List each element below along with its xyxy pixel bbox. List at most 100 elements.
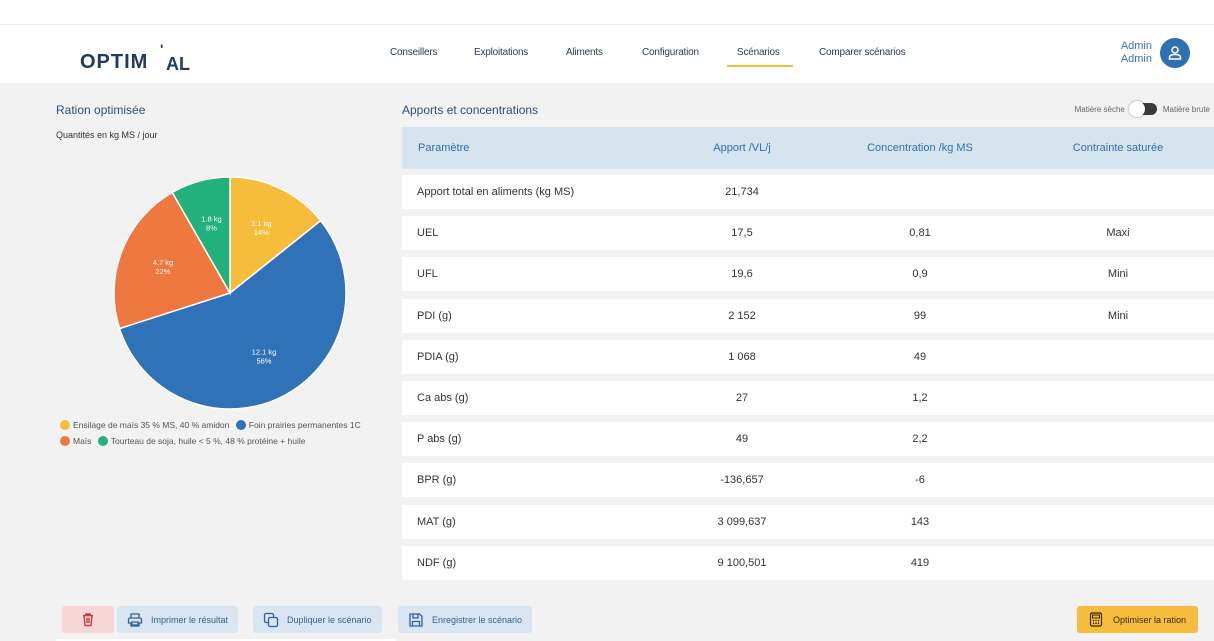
- optimal-logo[interactable]: OPTIM ' AL: [80, 41, 200, 77]
- ration-title: Ration optimisée: [56, 103, 146, 117]
- print-label: Imprimer le résultat: [151, 614, 229, 625]
- copy-icon: [263, 612, 279, 628]
- user-avatar[interactable]: [1160, 38, 1190, 68]
- table-row: BPR (g) -136,657 -6: [402, 463, 1214, 498]
- user-name[interactable]: Admin Admin: [1121, 40, 1152, 66]
- ration-subtitle: Quantités en kg MS / jour: [56, 130, 158, 140]
- trash-icon: [83, 613, 93, 627]
- svg-text:OPTIM: OPTIM: [80, 51, 148, 73]
- save-icon: [408, 612, 424, 628]
- save-label: Enregistrer le scénario: [432, 614, 523, 625]
- nav-configuration[interactable]: Configuration: [642, 47, 699, 58]
- cell-contrainte: Mini: [1107, 268, 1129, 281]
- slice-kg-label: 3.1 kg: [251, 219, 271, 228]
- nav-exploitations[interactable]: Exploitations: [474, 47, 528, 58]
- save-button[interactable]: Enregistrer le scénario: [398, 606, 533, 633]
- cell-apport: 1 068: [728, 350, 756, 363]
- cell-concentration: 2,2: [912, 433, 928, 446]
- cell-concentration: 1,2: [912, 392, 928, 404]
- print-button[interactable]: Imprimer le résultat: [117, 606, 239, 633]
- cell-parametre: Apport total en aliments (kg MS): [417, 186, 575, 198]
- header-parametre: Paramètre: [418, 142, 470, 154]
- legend-item-foin[interactable]: Foin prairies permanentes 1C: [235, 418, 361, 432]
- cell-concentration: 99: [913, 309, 927, 322]
- cell-apport: 49: [735, 433, 749, 446]
- user-last-name: Admin: [1120, 53, 1152, 65]
- cell-apport: 19,6: [731, 268, 753, 281]
- slice-kg-label: 4.7 kg: [153, 258, 173, 267]
- calculator-icon: [1089, 611, 1105, 628]
- cell-concentration: 0,9: [912, 268, 928, 281]
- header-apport: Apport /VL/j: [713, 142, 771, 154]
- cell-parametre: UEL: [417, 227, 439, 240]
- nav-aliments[interactable]: Aliments: [566, 47, 603, 58]
- cell-parametre: BPR (g): [417, 474, 457, 487]
- header-concentration: Concentration /kg MS: [867, 142, 973, 154]
- legend-item-tourteau[interactable]: Tourteau de soja, huile < 5 %, 48 % prot…: [97, 434, 306, 448]
- toggle-label-dry: Matière sèche: [1074, 104, 1125, 114]
- switch-knob: [1128, 101, 1145, 117]
- cell-apport: 2 152: [728, 309, 756, 322]
- cell-parametre: PDI (g): [417, 309, 452, 322]
- cell-contrainte: Mini: [1107, 309, 1129, 322]
- table-row: UFL 19,6 0,9 Mini: [402, 257, 1214, 292]
- cell-parametre: PDIA (g): [417, 350, 459, 363]
- cell-concentration: 143: [910, 515, 930, 528]
- legend-dot: [60, 436, 70, 446]
- table-row: Ca abs (g) 27 1,2: [402, 381, 1214, 415]
- main-content: Ration optimisée Quantités en kg MS / jo…: [0, 83, 1214, 641]
- duplicate-button[interactable]: Dupliquer le scénario: [253, 606, 382, 633]
- table-row: UEL 17,5 0,81 Maxi: [402, 216, 1214, 251]
- slice-percent-label: 56%: [256, 356, 271, 365]
- cell-parametre: UFL: [417, 268, 438, 281]
- nav-conseillers[interactable]: Conseillers: [390, 47, 437, 58]
- user-icon: [1168, 46, 1182, 60]
- cell-parametre: NDF (g): [417, 556, 457, 569]
- optimize-button[interactable]: Optimiser la ration: [1076, 606, 1198, 633]
- toggle-label-raw: Matière brute: [1162, 104, 1210, 114]
- legend-item-ensilage[interactable]: Ensilage de maïs 35 % MS, 40 % amidon: [60, 418, 229, 432]
- cell-concentration: 0,81: [909, 227, 931, 240]
- slice-percent-label: 14%: [254, 228, 269, 237]
- cell-apport: 21,734: [725, 186, 759, 198]
- legend-label: Maïs: [73, 436, 92, 446]
- cell-parametre: P abs (g): [417, 433, 462, 446]
- legend-label: Tourteau de soja, huile < 5 %, 48 % prot…: [110, 436, 306, 446]
- slice-kg-label: 12.1 kg: [252, 347, 277, 356]
- table-row: NDF (g) 9 100,501 419: [402, 545, 1214, 580]
- nav-comparer-scenarios[interactable]: Comparer scénarios: [819, 47, 906, 58]
- svg-text:AL: AL: [166, 54, 190, 74]
- cell-apport: 9 100,501: [717, 556, 767, 569]
- nav-scenarios[interactable]: Scénarios: [737, 47, 780, 58]
- slice-percent-label: 8%: [206, 224, 217, 233]
- legend-item-mais[interactable]: Maïs: [60, 434, 91, 448]
- matter-toggle: Matière sèche Matière brute: [1074, 101, 1210, 117]
- apports-title: Apports et concentrations: [402, 103, 539, 117]
- legend-label: Foin prairies permanentes 1C: [248, 420, 361, 430]
- slice-kg-label: 1.8 kg: [201, 215, 221, 224]
- slice-percent-label: 22%: [155, 267, 170, 276]
- cell-concentration: -6: [915, 474, 925, 487]
- table-row: Apport total en aliments (kg MS) 21,734: [402, 175, 1214, 209]
- header-contrainte: Contrainte saturée: [1072, 142, 1164, 154]
- pie-legend: Ensilage de maïs 35 % MS, 40 % amidon Fo…: [60, 418, 390, 450]
- delete-button[interactable]: [62, 606, 114, 633]
- table-row: MAT (g) 3 099,637 143: [402, 504, 1214, 539]
- optimize-label: Optimiser la ration: [1112, 614, 1186, 625]
- cell-contrainte: Maxi: [1106, 227, 1130, 240]
- table-row: PDI (g) 2 152 99 Mini: [402, 298, 1214, 333]
- duplicate-label: Dupliquer le scénario: [287, 614, 372, 625]
- table-row: PDIA (g) 1 068 49: [402, 339, 1214, 374]
- legend-dot: [60, 420, 70, 430]
- action-bar: Imprimer le résultat Dupliquer le scénar…: [56, 604, 1214, 641]
- cell-apport: 3 099,637: [717, 515, 767, 528]
- cell-apport: 17,5: [731, 227, 753, 240]
- matter-switch[interactable]: [1128, 101, 1157, 117]
- ration-pie-chart: 3.1 kg14% 12.1 kg56% 4.7 kg22% 1.8 kg8%: [113, 176, 347, 410]
- cell-concentration: 49: [913, 350, 927, 363]
- active-tab-indicator: [727, 65, 793, 67]
- legend-dot: [97, 436, 108, 446]
- printer-icon: [127, 612, 143, 628]
- cell-apport: -136,657: [720, 474, 764, 487]
- cell-parametre: Ca abs (g): [417, 392, 469, 404]
